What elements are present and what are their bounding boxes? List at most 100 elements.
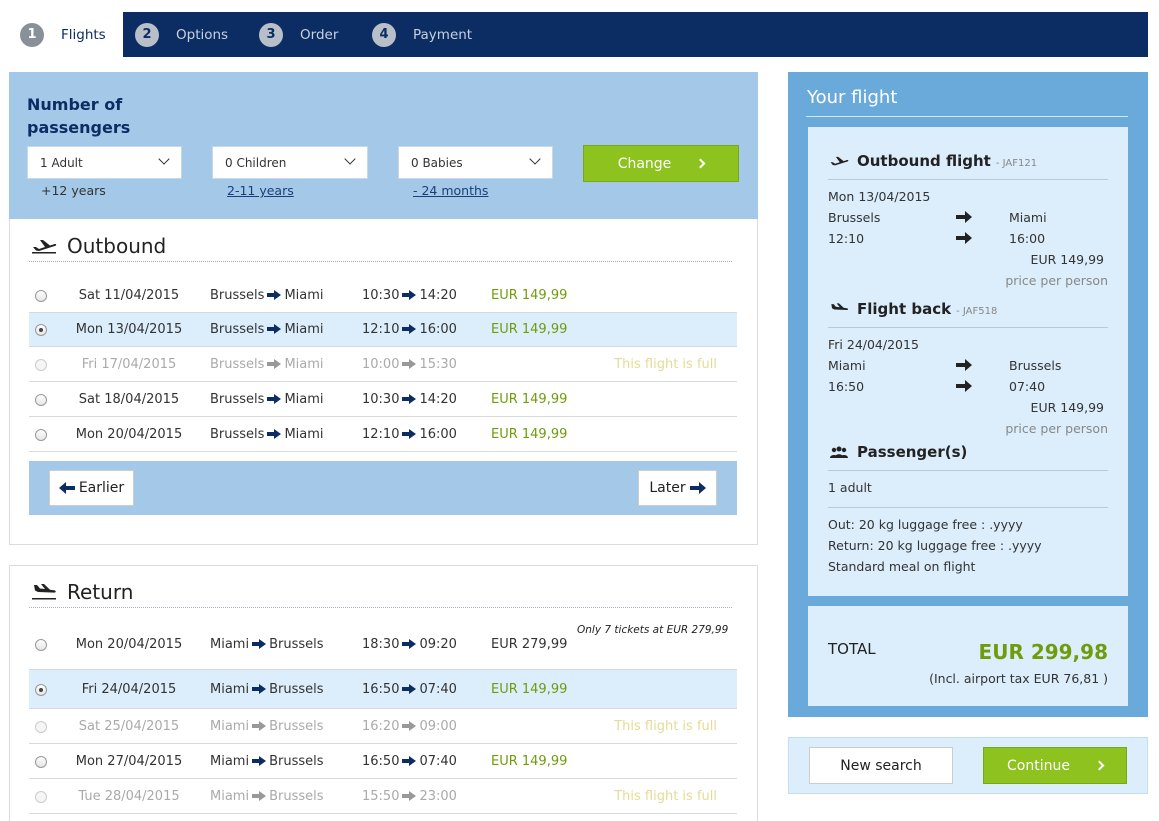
- arrow-right-icon: [402, 359, 417, 369]
- plane-takeoff-icon: [32, 240, 57, 254]
- flight-destination: Brussels: [269, 754, 324, 769]
- children-select-value: 0 Children: [225, 155, 287, 170]
- flight-destination: Brussels: [269, 682, 324, 697]
- later-button[interactable]: Later: [638, 470, 717, 506]
- flight-note: This flight is full: [614, 357, 717, 372]
- departure-time: 12:10: [362, 427, 400, 442]
- flight-note: Only 7 tickets at EUR 279,99: [577, 624, 729, 636]
- flight-row[interactable]: Mon 13/04/2015 Brussels Miami 12:10 16:00 EUR…: [29, 313, 737, 347]
- flight-price: EUR 149,99: [491, 288, 568, 303]
- summary-extra-luggage-return: Return: 20 kg luggage free : .yyyy: [828, 538, 1042, 553]
- summary-extra-meal: Standard meal on flight: [828, 559, 976, 574]
- arrival-time: 07:40: [419, 754, 457, 769]
- flight-route: Brussels Miami: [210, 313, 324, 347]
- step-payment[interactable]: 4 Payment: [372, 12, 472, 57]
- arrival-time: 14:20: [419, 392, 457, 407]
- summary-outbound-price: EUR 149,99: [1030, 252, 1104, 267]
- flight-route: Miami Brussels: [210, 620, 324, 670]
- flight-code: - JAF518: [956, 306, 998, 317]
- babies-age-link[interactable]: - 24 months: [413, 183, 488, 198]
- flight-note: This flight is full: [614, 789, 717, 804]
- chevron-down-icon: [344, 153, 356, 165]
- chevron-right-icon: [1094, 760, 1105, 771]
- adults-select-value: 1 Adult: [40, 155, 83, 170]
- departure-time: 10:00: [362, 357, 400, 372]
- flight-origin: Brussels: [210, 427, 265, 442]
- step-label: Options: [176, 26, 229, 43]
- flight-date: Mon 20/04/2015: [75, 637, 183, 652]
- divider: [29, 607, 732, 608]
- continue-button[interactable]: Continue: [983, 747, 1127, 784]
- flight-row[interactable]: Fri 24/04/2015 Miami Brussels 16:50 07:40 EUR…: [29, 670, 737, 709]
- divider: [828, 327, 1108, 328]
- flight-price: EUR 149,99: [491, 427, 568, 442]
- summary-passengers-heading: Passenger(s): [829, 443, 967, 461]
- flight-row[interactable]: Sat 18/04/2015 Brussels Miami 10:30 14:20 EUR…: [29, 382, 737, 417]
- flight-row[interactable]: Mon 20/04/2015 Miami Brussels 18:30 09:20 EUR…: [29, 620, 737, 670]
- earlier-button[interactable]: Earlier: [49, 470, 134, 506]
- arrow-right-icon: [252, 684, 267, 694]
- children-age-link[interactable]: 2-11 years: [227, 183, 294, 198]
- arrow-right-icon: [267, 394, 282, 404]
- flight-row[interactable]: Mon 20/04/2015 Brussels Miami 12:10 16:00 EUR…: [29, 417, 737, 452]
- arrow-left-icon: [58, 482, 75, 494]
- arrow-right-icon: [402, 394, 417, 404]
- adults-age-label: +12 years: [41, 183, 106, 198]
- flight-route: Miami Brussels: [210, 779, 324, 814]
- plane-takeoff-icon: [830, 156, 849, 165]
- flight-destination: Brussels: [269, 719, 324, 734]
- flight-times: 12:10 16:00: [362, 313, 457, 347]
- flight-route: Brussels Miami: [210, 347, 324, 382]
- flight-row: Tue 28/04/2015 Miami Brussels 15:50 23:00 Thi…: [29, 779, 737, 814]
- flight-route: Brussels Miami: [210, 417, 324, 452]
- arrow-right-icon: [252, 639, 267, 649]
- new-search-button[interactable]: New search: [809, 747, 953, 784]
- change-button[interactable]: Change: [583, 145, 739, 182]
- step-flights[interactable]: 1 Flights: [9, 12, 123, 57]
- flight-origin: Brussels: [210, 322, 265, 337]
- step-number: 1: [20, 22, 44, 47]
- flight-date: Sat 11/04/2015: [78, 288, 180, 303]
- flight-destination: Miami: [284, 392, 324, 407]
- step-number: 3: [259, 22, 283, 47]
- plane-landing-icon: [831, 302, 849, 310]
- date-navigation-bar: [29, 461, 737, 515]
- arrow-right-icon: [402, 290, 417, 300]
- arrow-right-icon: [402, 324, 417, 334]
- step-label: Order: [300, 26, 339, 43]
- arrival-time: 16:00: [419, 322, 457, 337]
- flight-code: - JAF121: [995, 158, 1038, 169]
- summary-back-date: Fri 24/04/2015: [828, 337, 919, 352]
- arrival-time: 09:00: [419, 719, 457, 734]
- earlier-button-label: Earlier: [78, 480, 125, 496]
- flight-row[interactable]: Mon 27/04/2015 Miami Brussels 16:50 07:40 EUR…: [29, 744, 737, 779]
- flight-destination: Miami: [284, 288, 324, 303]
- step-options[interactable]: 2 Options: [135, 12, 228, 57]
- arrow-right-icon: [956, 359, 972, 371]
- summary-back-to: Brussels: [1009, 358, 1062, 373]
- flight-times: 16:50 07:40: [362, 744, 457, 779]
- arrow-right-icon: [267, 359, 282, 369]
- flight-date: Sat 18/04/2015: [78, 392, 180, 407]
- arrow-right-icon: [267, 290, 282, 300]
- chevron-down-icon: [158, 153, 170, 165]
- departure-time: 10:30: [362, 392, 400, 407]
- flight-destination: Brussels: [269, 637, 324, 652]
- passenger-panel-title: Number of passengers: [27, 95, 131, 137]
- flight-origin: Miami: [210, 719, 250, 734]
- children-select[interactable]: 0 Children: [212, 146, 368, 179]
- departure-time: 16:20: [362, 719, 400, 734]
- arrival-time: 09:20: [419, 637, 457, 652]
- step-order[interactable]: 3 Order: [259, 12, 338, 57]
- adults-select[interactable]: 1 Adult: [27, 146, 182, 179]
- return-title-text: Return: [67, 580, 134, 604]
- arrival-time: 07:40: [419, 682, 457, 697]
- flight-times: 16:50 07:40: [362, 670, 457, 709]
- flight-date: Mon 20/04/2015: [75, 427, 183, 442]
- flight-route: Brussels Miami: [210, 382, 324, 417]
- flight-row[interactable]: Sat 11/04/2015 Brussels Miami 10:30 14:20 EUR…: [29, 278, 737, 313]
- babies-select[interactable]: 0 Babies: [398, 146, 553, 179]
- chevron-right-icon: [695, 158, 706, 169]
- flight-route: Miami Brussels: [210, 670, 324, 709]
- arrow-right-icon: [402, 429, 417, 439]
